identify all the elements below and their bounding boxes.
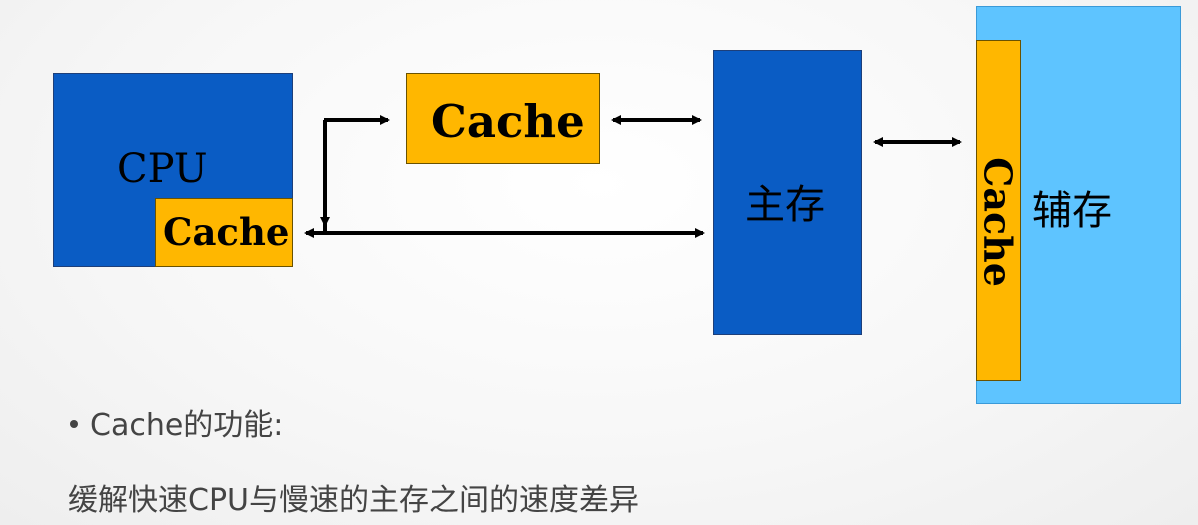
bullet-icon (70, 419, 78, 428)
cache-function-bullet: Cache的功能: (70, 400, 283, 444)
cache-function-heading: Cache的功能: (90, 408, 284, 443)
cache-function-description: 缓解快速CPU与慢速的主存之间的速度差异 (68, 483, 639, 518)
connection-arrows (304, 115, 962, 238)
cpu-to-cache-arrow (320, 115, 390, 231)
